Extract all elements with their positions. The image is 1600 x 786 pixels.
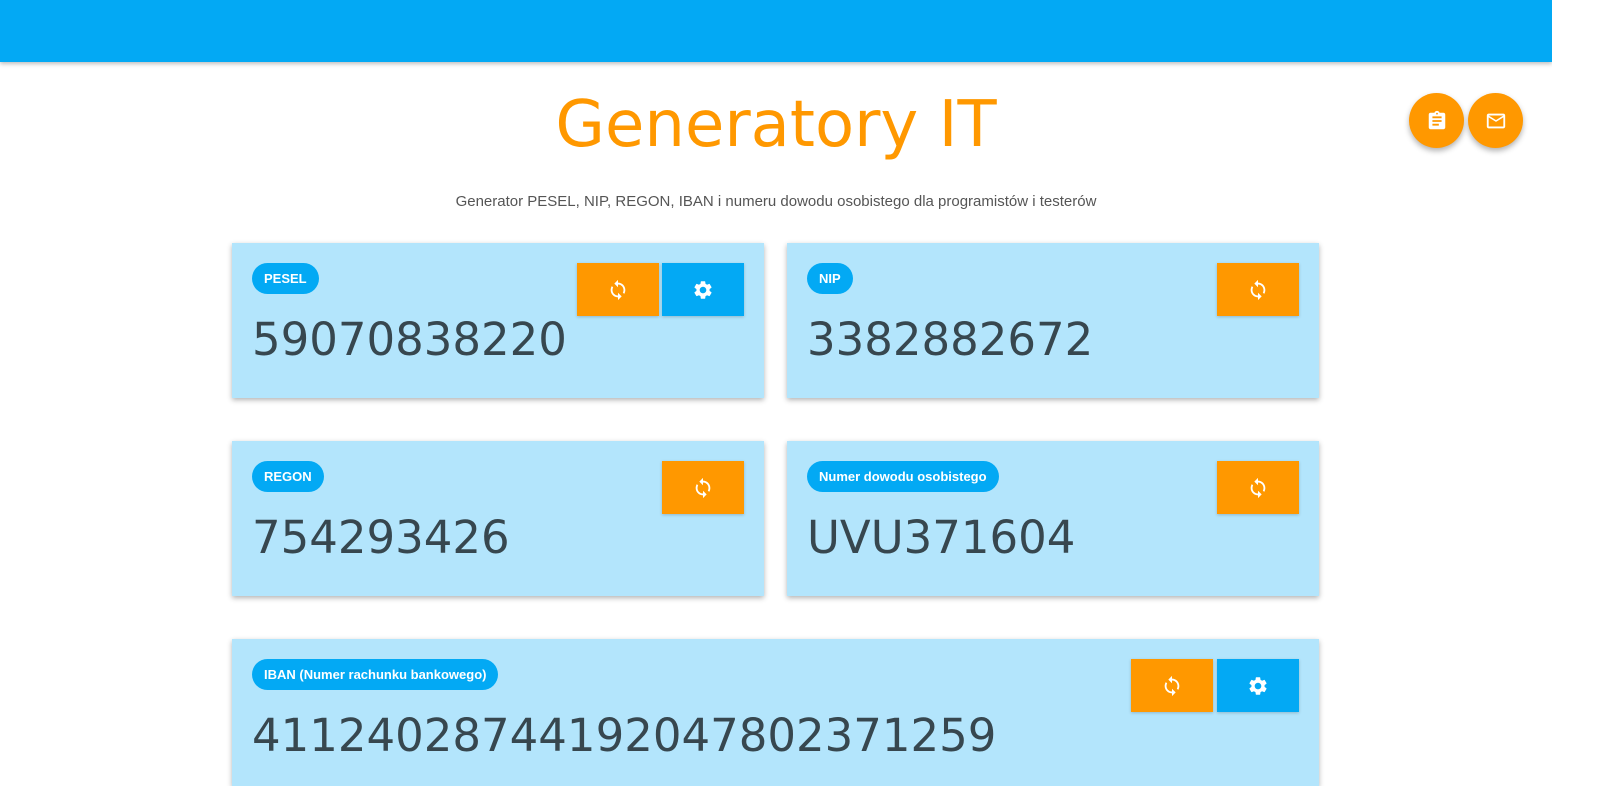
- iban-settings-button[interactable]: [1217, 659, 1299, 712]
- refresh-icon: [1250, 477, 1266, 498]
- top-app-bar: [0, 0, 1552, 62]
- regon-refresh-button[interactable]: [662, 461, 744, 514]
- scrollbar-track[interactable]: [1552, 0, 1600, 786]
- gear-icon: [1249, 676, 1267, 695]
- nip-value: 3382882672: [807, 313, 1094, 366]
- iban-refresh-button[interactable]: [1131, 659, 1213, 712]
- pesel-settings-button[interactable]: [662, 263, 744, 316]
- dowod-refresh-button[interactable]: [1217, 461, 1299, 514]
- gear-icon: [694, 280, 712, 299]
- refresh-icon: [1250, 279, 1266, 300]
- regon-value: 754293426: [252, 511, 510, 564]
- dowod-card: Numer dowodu osobistego UVU371604: [787, 441, 1319, 596]
- refresh-icon: [610, 279, 626, 300]
- pesel-value: 59070838220: [252, 313, 567, 366]
- regon-card: REGON 754293426: [232, 441, 764, 596]
- mail-fab-button[interactable]: [1468, 93, 1523, 148]
- page-title: Generatory IT: [555, 88, 997, 162]
- iban-badge: IBAN (Numer rachunku bankowego): [252, 659, 499, 690]
- copy-fab-button[interactable]: [1409, 93, 1464, 148]
- refresh-icon: [1164, 675, 1180, 696]
- refresh-icon: [695, 477, 711, 498]
- clipboard-icon: [1428, 110, 1445, 129]
- nip-badge: NIP: [807, 263, 853, 294]
- dowod-badge: Numer dowodu osobistego: [807, 461, 999, 492]
- pesel-card: PESEL 59070838220: [232, 243, 764, 398]
- regon-badge: REGON: [252, 461, 324, 492]
- nip-refresh-button[interactable]: [1217, 263, 1299, 316]
- nip-card: NIP 3382882672: [787, 243, 1319, 398]
- iban-card: IBAN (Numer rachunku bankowego) 41124028…: [232, 639, 1319, 786]
- pesel-badge: PESEL: [252, 263, 319, 294]
- pesel-refresh-button[interactable]: [577, 263, 659, 316]
- page-subtitle: Generator PESEL, NIP, REGON, IBAN i nume…: [455, 193, 1097, 210]
- dowod-value: UVU371604: [807, 511, 1076, 564]
- mail-icon: [1486, 113, 1505, 128]
- iban-value: 41124028744192047802371259: [252, 709, 997, 762]
